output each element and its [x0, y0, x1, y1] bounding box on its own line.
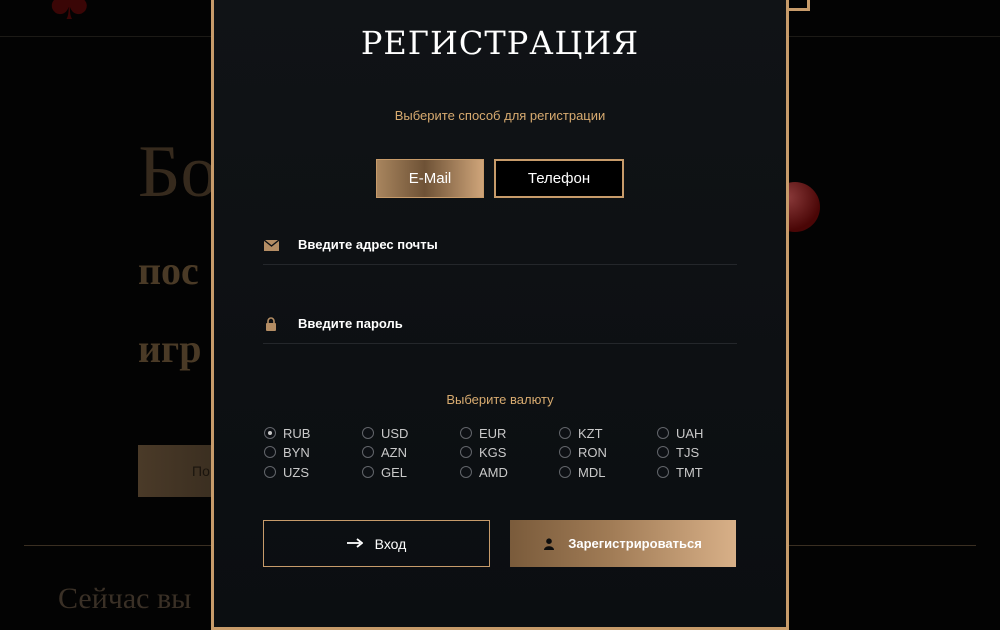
currency-label: UAH [676, 425, 704, 441]
lock-icon [263, 317, 279, 331]
currency-prompt: Выберите валюту [446, 392, 554, 407]
currency-option-ron[interactable]: RON [559, 443, 607, 461]
email-method-tab[interactable]: E-Mail [376, 159, 484, 198]
email-field[interactable]: Введите адрес почты [263, 226, 737, 265]
currency-option-amd[interactable]: AMD [460, 463, 508, 481]
currency-option-mdl[interactable]: MDL [559, 463, 605, 481]
radio-button[interactable] [559, 446, 571, 458]
radio-button[interactable] [264, 466, 276, 478]
currency-label: TJS [676, 444, 700, 460]
radio-button[interactable] [657, 427, 669, 439]
registration-method-prompt: Выберите способ для регистрации [394, 108, 606, 123]
background-hero-line: игр [138, 326, 202, 371]
currency-option-kzt[interactable]: KZT [559, 424, 603, 442]
radio-button[interactable] [264, 427, 276, 439]
currency-label: RUB [283, 425, 311, 441]
password-field[interactable]: Введите пароль [263, 305, 737, 344]
arrow-right-icon [346, 535, 364, 553]
currency-option-uzs[interactable]: UZS [264, 463, 309, 481]
radio-button[interactable] [460, 427, 472, 439]
phone-method-tab[interactable]: Телефон [494, 159, 624, 198]
currency-option-usd[interactable]: USD [362, 424, 408, 442]
login-button[interactable]: Вход [263, 520, 490, 567]
radio-button[interactable] [460, 466, 472, 478]
currency-label: KGS [479, 444, 507, 460]
radio-button[interactable] [657, 466, 669, 478]
radio-button[interactable] [362, 446, 374, 458]
currency-option-azn[interactable]: AZN [362, 443, 407, 461]
background-hero-title: Бо [138, 131, 218, 213]
register-label: Зарегистрироваться [568, 536, 702, 551]
radio-button[interactable] [362, 427, 374, 439]
radio-button[interactable] [460, 446, 472, 458]
background-footer-text: Сейчас вы [58, 582, 192, 615]
currency-label: AZN [381, 444, 407, 460]
currency-label: TMT [676, 464, 703, 480]
currency-label: AMD [479, 464, 508, 480]
radio-button[interactable] [559, 466, 571, 478]
currency-label: MDL [578, 464, 606, 480]
currency-option-eur[interactable]: EUR [460, 424, 506, 442]
currency-label: EUR [479, 425, 507, 441]
register-button[interactable]: Зарегистрироваться [510, 520, 736, 567]
currency-label: UZS [283, 464, 309, 480]
currency-option-kgs[interactable]: KGS [460, 443, 506, 461]
background-hero-line: пос [138, 248, 199, 293]
email-placeholder: Введите адрес почты [298, 237, 438, 252]
radio-button[interactable] [362, 466, 374, 478]
currency-label: GEL [381, 464, 408, 480]
currency-option-gel[interactable]: GEL [362, 463, 407, 481]
currency-label: BYN [283, 444, 310, 460]
radio-button[interactable] [657, 446, 669, 458]
modal-title: РЕГИСТРАЦИЯ [360, 24, 640, 62]
currency-option-byn[interactable]: BYN [264, 443, 310, 461]
envelope-icon [263, 238, 279, 252]
currency-option-uah[interactable]: UAH [657, 424, 703, 442]
currency-label: RON [578, 444, 607, 460]
login-label: Вход [374, 535, 407, 552]
password-placeholder: Введите пароль [298, 316, 403, 331]
currency-option-tmt[interactable]: TMT [657, 463, 703, 481]
modal-corner-notch [789, 0, 810, 11]
currency-option-tjs[interactable]: TJS [657, 443, 699, 461]
currency-option-rub[interactable]: RUB [264, 424, 310, 442]
radio-button[interactable] [264, 446, 276, 458]
user-icon [544, 537, 555, 550]
radio-button[interactable] [559, 427, 571, 439]
currency-label: USD [381, 425, 409, 441]
currency-label: KZT [578, 425, 603, 441]
